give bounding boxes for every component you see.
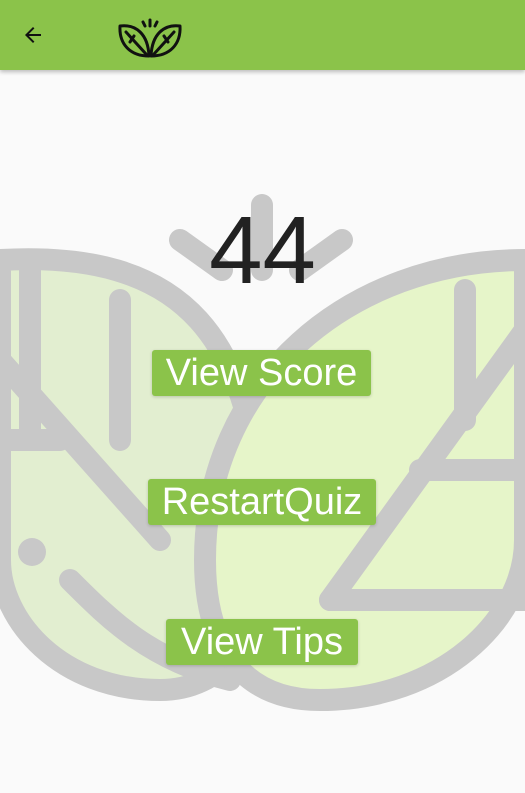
- app-bar: [0, 0, 525, 70]
- back-button[interactable]: [12, 14, 54, 56]
- view-score-button[interactable]: View Score: [152, 350, 371, 396]
- restart-quiz-button[interactable]: RestartQuiz: [148, 479, 376, 525]
- view-tips-button[interactable]: View Tips: [166, 619, 358, 665]
- score-value: 44: [209, 197, 316, 304]
- leaves-logo-icon: [118, 18, 182, 58]
- background-leaves-illustration: [0, 194, 525, 711]
- arrow-back-icon: [25, 27, 41, 43]
